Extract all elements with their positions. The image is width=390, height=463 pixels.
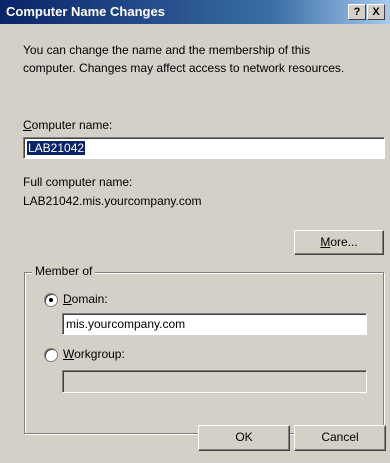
- workgroup-input[interactable]: [62, 370, 367, 393]
- intro-line-1: You can change the name and the membersh…: [23, 43, 311, 57]
- help-button[interactable]: ?: [348, 4, 366, 20]
- member-of-legend: Member of: [32, 264, 96, 278]
- workgroup-accel: W: [63, 347, 75, 361]
- full-name-label: Full computer name:: [23, 175, 133, 189]
- computer-name-label: Computer name:: [23, 118, 112, 132]
- domain-label-text: omain:: [71, 292, 108, 306]
- more-label: ore...: [330, 235, 358, 249]
- domain-label[interactable]: Domain:: [63, 292, 108, 306]
- domain-radio[interactable]: [44, 293, 58, 307]
- computer-name-accel: C: [23, 118, 32, 132]
- window-title: Computer Name Changes: [6, 4, 165, 19]
- computer-name-value: LAB21042: [27, 141, 86, 155]
- workgroup-label-text: orkgroup:: [74, 347, 125, 361]
- intro-line-2: computer. Changes may affect access to n…: [23, 61, 345, 75]
- domain-accel: D: [63, 292, 72, 306]
- cancel-button[interactable]: Cancel: [294, 425, 386, 451]
- domain-radio-dot: [49, 298, 53, 302]
- title-bar: Computer Name Changes ? X: [0, 0, 390, 24]
- full-name-value: LAB21042.mis.yourcompany.com: [23, 194, 202, 208]
- more-accel: M: [320, 235, 331, 249]
- close-button[interactable]: X: [367, 4, 385, 20]
- workgroup-label[interactable]: Workgroup:: [63, 347, 125, 361]
- domain-value: mis.yourcompany.com: [66, 317, 186, 331]
- more-button[interactable]: More...: [294, 230, 384, 255]
- workgroup-radio[interactable]: [44, 348, 58, 362]
- computer-name-input[interactable]: LAB21042: [23, 137, 385, 159]
- ok-button[interactable]: OK: [198, 425, 290, 451]
- computer-name-label-text: omputer name:: [31, 118, 113, 132]
- domain-input[interactable]: mis.yourcompany.com: [62, 313, 367, 335]
